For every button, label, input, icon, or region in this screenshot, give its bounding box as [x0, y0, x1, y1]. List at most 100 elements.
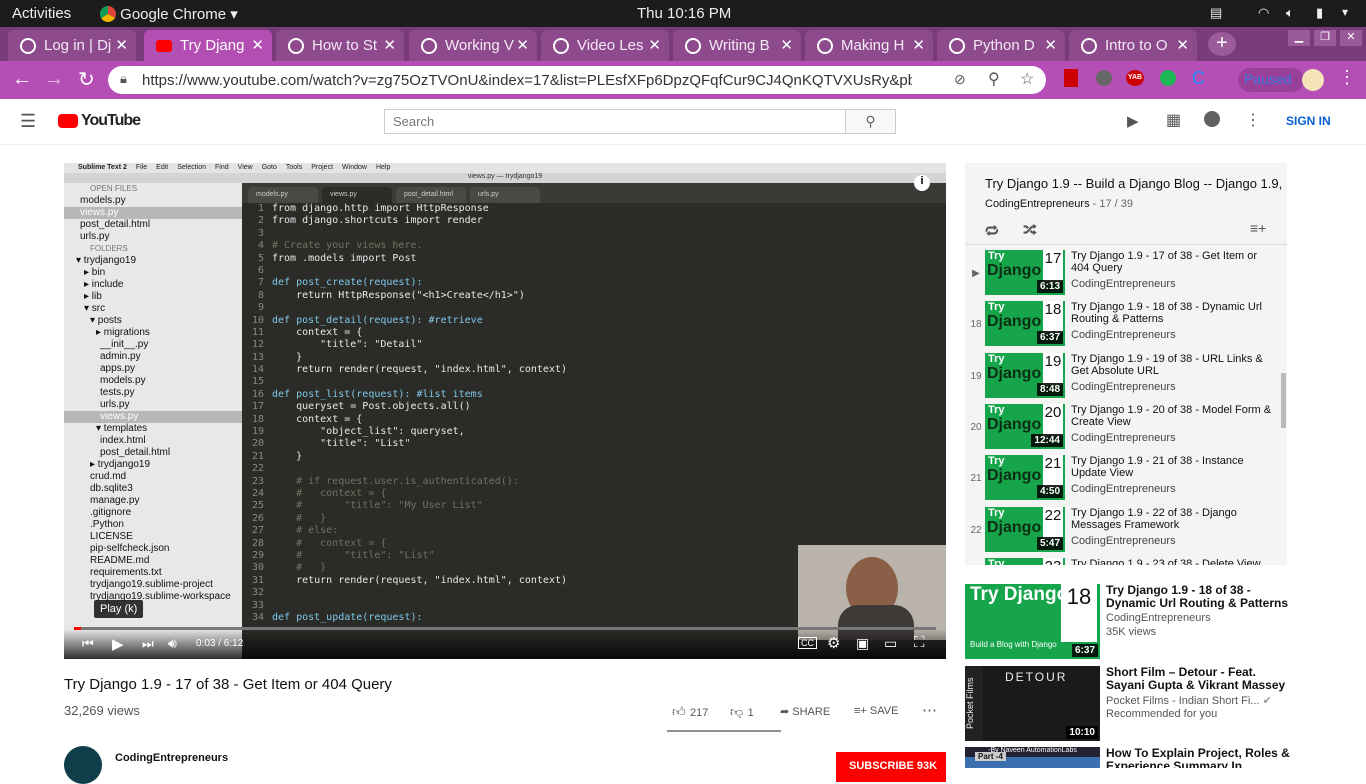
channel-name[interactable]: CodingEntrepreneurs [115, 752, 228, 764]
close-window-button[interactable]: ✕ [1340, 30, 1362, 46]
paused-profile-button[interactable]: Paused [1238, 68, 1304, 92]
volume-icon[interactable]: 🔊︎ [168, 635, 177, 652]
video-thumbnail[interactable]: Try Django 21 4:50 [985, 455, 1065, 501]
extension-icon[interactable] [1064, 69, 1078, 87]
video-thumbnail[interactable]: Try Django 18 6:37 [985, 301, 1065, 347]
related-video[interactable]: -By Naveen AutomationLabs Part -4 How To… [965, 747, 1295, 768]
playlist-title[interactable]: Try Django 1.9 -- Build a Django Blog --… [985, 176, 1282, 191]
video-thumbnail[interactable]: Try Django 22 5:47 [985, 506, 1065, 552]
tab-making[interactable]: Making H ✕ [805, 30, 933, 61]
previous-icon[interactable]: ⏮ [82, 636, 94, 652]
activities-button[interactable]: Activities [12, 5, 71, 22]
new-tab-button[interactable]: + [1208, 32, 1236, 56]
dislike-button[interactable]: 👎︎ 1 [730, 703, 770, 729]
tab-video-lessons[interactable]: Video Les ✕ [541, 30, 669, 61]
battery-icon[interactable]: ▮ [1316, 5, 1323, 21]
system-menu-icon[interactable]: ▾ [1342, 5, 1348, 19]
close-icon[interactable]: ✕ [912, 36, 925, 54]
playlist-item[interactable]: 23TryDjango23Try Django 1.9 - 23 of 38 -… [965, 557, 1287, 565]
close-icon[interactable]: ✕ [1044, 36, 1057, 54]
playlist-item[interactable]: 21 Try Django 21 4:50 Try Django 1.9 - 21 of … [965, 455, 1287, 506]
video-thumbnail[interactable]: Try Django 19 8:48 [985, 352, 1065, 398]
related-channel[interactable]: Pocket Films - Indian Short Fi... ✔ [1106, 694, 1272, 707]
tray-menu-icon[interactable]: ▤ [1210, 5, 1222, 21]
settings-more-icon[interactable]: ⋮ [1245, 110, 1261, 130]
save-playlist-icon[interactable]: ≡+ [1250, 220, 1266, 236]
info-icon[interactable]: i [914, 175, 930, 191]
close-icon[interactable]: ✕ [251, 36, 264, 54]
youtube-logo[interactable]: YouTube [81, 112, 141, 130]
loop-icon[interactable]: 🔁︎ [985, 220, 999, 241]
reload-icon[interactable]: ↻ [78, 67, 95, 92]
tab-login[interactable]: Log in | Dj ✕ [8, 30, 136, 61]
extension-icon[interactable]: C [1192, 68, 1205, 89]
apps-grid-icon[interactable]: ▦ [1166, 110, 1181, 130]
captions-icon[interactable]: CC [798, 637, 817, 649]
star-icon[interactable]: ☆ [1020, 69, 1034, 89]
video-thumbnail[interactable]: TryDjango23 [985, 557, 1065, 565]
fullscreen-icon[interactable]: ⛶ [914, 634, 925, 651]
more-icon[interactable]: ⋮ [1338, 67, 1356, 88]
tab-writing[interactable]: Writing B ✕ [673, 30, 801, 61]
playlist-item[interactable]: ▶ Try Django 17 6:13 Try Django 1.9 - 17 of 3… [965, 250, 1287, 301]
sign-in-button[interactable]: SIGN IN [1286, 114, 1331, 128]
address-bar[interactable]: 🔒︎ https://www.youtube.com/watch?v=zg75O… [108, 66, 1046, 94]
theater-mode-icon[interactable]: ▭ [884, 635, 897, 652]
extension-icon[interactable] [1096, 70, 1112, 86]
related-video[interactable]: Try Django Build a Blog with Django 18 6… [965, 584, 1295, 660]
related-channel[interactable]: CodingEntrepreneurs [1106, 612, 1211, 624]
video-thumbnail[interactable]: Pocket Films DETOUR 10:10 [965, 666, 1100, 741]
related-title[interactable]: Short Film – Detour - Feat. Sayani Gupta… [1106, 666, 1291, 692]
video-player[interactable]: Sublime Text 2 File Edit Selection Find View G… [64, 163, 946, 659]
subscribe-button[interactable]: SUBSCRIBE 93K [836, 752, 946, 782]
tab-python[interactable]: Python D ✕ [937, 30, 1065, 61]
close-icon[interactable]: ✕ [383, 36, 396, 54]
playlist-channel[interactable]: CodingEntrepreneurs [985, 198, 1090, 210]
wifi-icon[interactable]: ◠ [1258, 5, 1269, 21]
miniplayer-icon[interactable]: ▣ [856, 635, 869, 652]
video-thumbnail[interactable]: Try Django 20 12:44 [985, 403, 1065, 449]
related-title[interactable]: How To Explain Project, Roles & Experien… [1106, 747, 1291, 768]
tab-try-django[interactable]: Try Djang ✕ [144, 30, 272, 61]
url-text[interactable]: https://www.youtube.com/watch?v=zg75OzTV… [142, 72, 912, 89]
playlist-item[interactable]: 22 Try Django 22 5:47 Try Django 1.9 - 22 of … [965, 506, 1287, 558]
related-video[interactable]: Pocket Films DETOUR 10:10 Short Film – D… [965, 666, 1295, 742]
tab-working[interactable]: Working V ✕ [409, 30, 537, 61]
clock[interactable]: Thu 10:16 PM [637, 5, 731, 22]
channel-avatar[interactable] [64, 746, 102, 784]
tab-how-to[interactable]: How to St ✕ [276, 30, 404, 61]
close-icon[interactable]: ✕ [780, 36, 793, 54]
playlist-item[interactable]: 19 Try Django 19 8:48 Try Django 1.9 - 19 of … [965, 352, 1287, 404]
upload-video-icon[interactable]: ▶ [1127, 112, 1139, 130]
back-icon[interactable]: ← [12, 68, 32, 91]
close-icon[interactable]: ✕ [648, 36, 661, 54]
next-icon[interactable]: ⏭ [142, 636, 154, 652]
menu-icon[interactable]: ☰ [20, 111, 36, 132]
extension-icon[interactable] [1160, 70, 1176, 86]
share-button[interactable]: ➦ SHARE [780, 705, 830, 718]
lock-icon[interactable]: 🔒︎ [120, 71, 127, 87]
close-icon[interactable]: ✕ [115, 36, 128, 54]
shuffle-icon[interactable]: 🔀︎ [1023, 219, 1037, 240]
search-button[interactable]: ⚲ [845, 109, 896, 134]
gear-icon[interactable]: ⚙ [827, 634, 840, 652]
like-button[interactable]: 👍︎ 217 [672, 703, 722, 729]
zoom-icon[interactable]: ⚲ [988, 69, 1000, 89]
maximize-button[interactable]: ❐ [1314, 30, 1336, 46]
youtube-logo-icon[interactable] [58, 114, 78, 128]
close-icon[interactable]: ✕ [1176, 36, 1189, 54]
minimize-button[interactable]: ▁ [1288, 30, 1310, 46]
app-menu[interactable]: Google Chrome ▾ [100, 5, 238, 23]
close-icon[interactable]: ✕ [516, 36, 529, 54]
video-thumbnail[interactable]: Try Django 17 6:13 [985, 250, 1065, 295]
video-thumbnail[interactable]: Try Django Build a Blog with Django 18 6… [965, 584, 1100, 659]
messages-icon[interactable] [1204, 111, 1220, 127]
yab-extension-icon[interactable]: YAB [1126, 70, 1144, 86]
video-thumbnail[interactable]: -By Naveen AutomationLabs Part -4 [965, 747, 1100, 768]
playlist-item[interactable]: 18 Try Django 18 6:37 Try Django 1.9 - 18 of … [965, 301, 1287, 352]
related-title[interactable]: Try Django 1.9 - 18 of 38 - Dynamic Url … [1106, 584, 1291, 610]
tab-intro[interactable]: Intro to O ✕ [1069, 30, 1197, 61]
volume-icon[interactable]: 🔈︎ [1286, 5, 1294, 21]
playlist-item[interactable]: 20 Try Django 20 12:44 Try Django 1.9 - 20 of… [965, 403, 1287, 455]
avatar[interactable] [1302, 69, 1324, 91]
